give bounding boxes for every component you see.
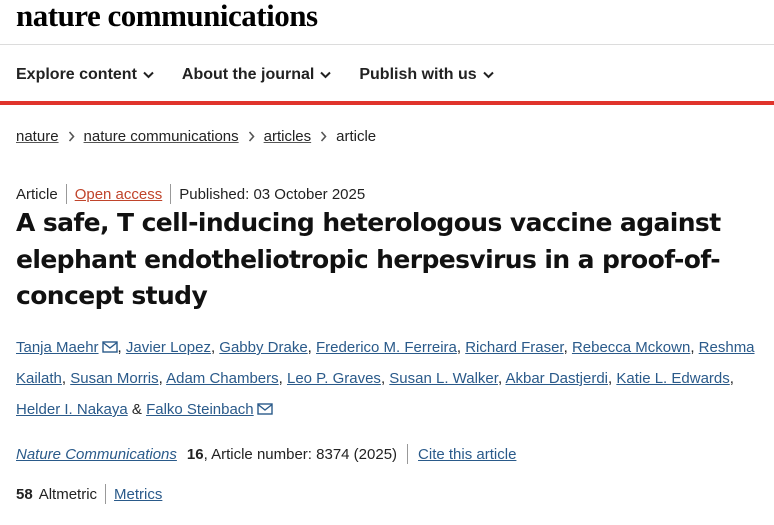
nav-explore-content-label: Explore content (16, 66, 137, 83)
main-nav: Explore content About the journal Publis… (16, 64, 522, 86)
author-link[interactable]: Richard Fraser (465, 339, 563, 356)
email-icon[interactable] (101, 341, 118, 353)
author-link[interactable]: Frederico M. Ferreira (316, 339, 457, 356)
author-separator: , (278, 370, 283, 387)
chevron-right-icon (248, 131, 255, 142)
author-separator: , (61, 370, 67, 387)
nav-explore-content[interactable]: Explore content (16, 66, 154, 84)
nav-about-journal[interactable]: About the journal (181, 66, 332, 84)
journal-link[interactable]: Nature Communications (16, 446, 177, 463)
author-link[interactable]: Rebecca Mckown (572, 339, 690, 356)
breadcrumb-nature[interactable]: nature (16, 128, 59, 145)
author-link[interactable]: Katie L. Edwards (616, 370, 729, 387)
divider (407, 444, 409, 464)
article-title: A safe, T cell-inducing heterologous vac… (16, 208, 721, 310)
altmetric-label: Altmetric (38, 485, 98, 503)
breadcrumb-current: article (336, 128, 377, 145)
author-link[interactable]: Helder I. Nakaya (16, 401, 128, 418)
author-link[interactable]: Adam Chambers (166, 370, 279, 387)
altmetric-score: 58 (16, 485, 33, 503)
metrics-line: 58 Altmetric Metrics (16, 484, 162, 504)
chevron-down-icon (482, 71, 494, 79)
author-separator: , (456, 339, 462, 356)
email-icon[interactable] (256, 403, 273, 415)
author-separator: , (497, 370, 503, 387)
author-link[interactable]: Leo P. Graves (287, 370, 381, 387)
author-joiner: & (131, 401, 142, 418)
author-link[interactable]: Tanja Maehr (16, 339, 99, 356)
cite-this-article-link[interactable]: Cite this article (418, 446, 516, 463)
nav-publish-with-us-label: Publish with us (359, 66, 477, 83)
chevron-down-icon (320, 71, 332, 79)
divider (65, 184, 67, 204)
author-separator: , (380, 370, 386, 387)
author-list: Tanja Maehr, Javier Lopez, Gabby Drake, … (16, 332, 768, 425)
breadcrumb-articles[interactable]: articles (264, 128, 312, 145)
author-separator: , (307, 339, 312, 356)
breadcrumb: nature nature communications articles ar… (16, 128, 376, 145)
divider (105, 484, 107, 504)
author-separator: , (563, 339, 568, 356)
author-link[interactable]: Akbar Dastjerdi (505, 370, 608, 387)
volume: 16 (186, 445, 204, 463)
author-link[interactable]: Gabby Drake (219, 339, 307, 356)
article-meta: Article Open access Published: 03 Octobe… (16, 184, 365, 204)
breadcrumb-nature-communications[interactable]: nature communications (84, 128, 239, 145)
author-separator: , (729, 370, 734, 387)
nav-publish-with-us[interactable]: Publish with us (359, 66, 494, 84)
chevron-down-icon (143, 71, 154, 79)
citation-line: Nature Communications 16, Article number… (16, 444, 516, 464)
author-link[interactable]: Susan Morris (70, 370, 158, 387)
chevron-right-icon (320, 131, 327, 142)
metrics-link[interactable]: Metrics (114, 486, 162, 503)
author-link[interactable]: Falko Steinbach (146, 401, 254, 418)
author-separator: , (608, 370, 613, 387)
author-link[interactable]: Susan L. Walker (389, 370, 498, 387)
author-separator: , (690, 339, 695, 356)
header-divider (0, 44, 774, 45)
divider (170, 184, 172, 204)
published-date: Published: 03 October 2025 (179, 185, 366, 203)
author-separator: , (210, 339, 216, 356)
header-accent-bar (0, 101, 774, 105)
site-logo[interactable]: nature communications (16, 0, 318, 34)
open-access-link[interactable]: Open access (75, 186, 163, 203)
author-separator: , (158, 370, 163, 387)
chevron-right-icon (68, 131, 75, 142)
article-number: , Article number: 8374 (2025) (203, 445, 398, 463)
author-link[interactable]: Javier Lopez (126, 339, 211, 356)
nav-about-journal-label: About the journal (181, 66, 315, 83)
article-type: Article (16, 185, 58, 203)
author-separator: , (117, 339, 122, 356)
